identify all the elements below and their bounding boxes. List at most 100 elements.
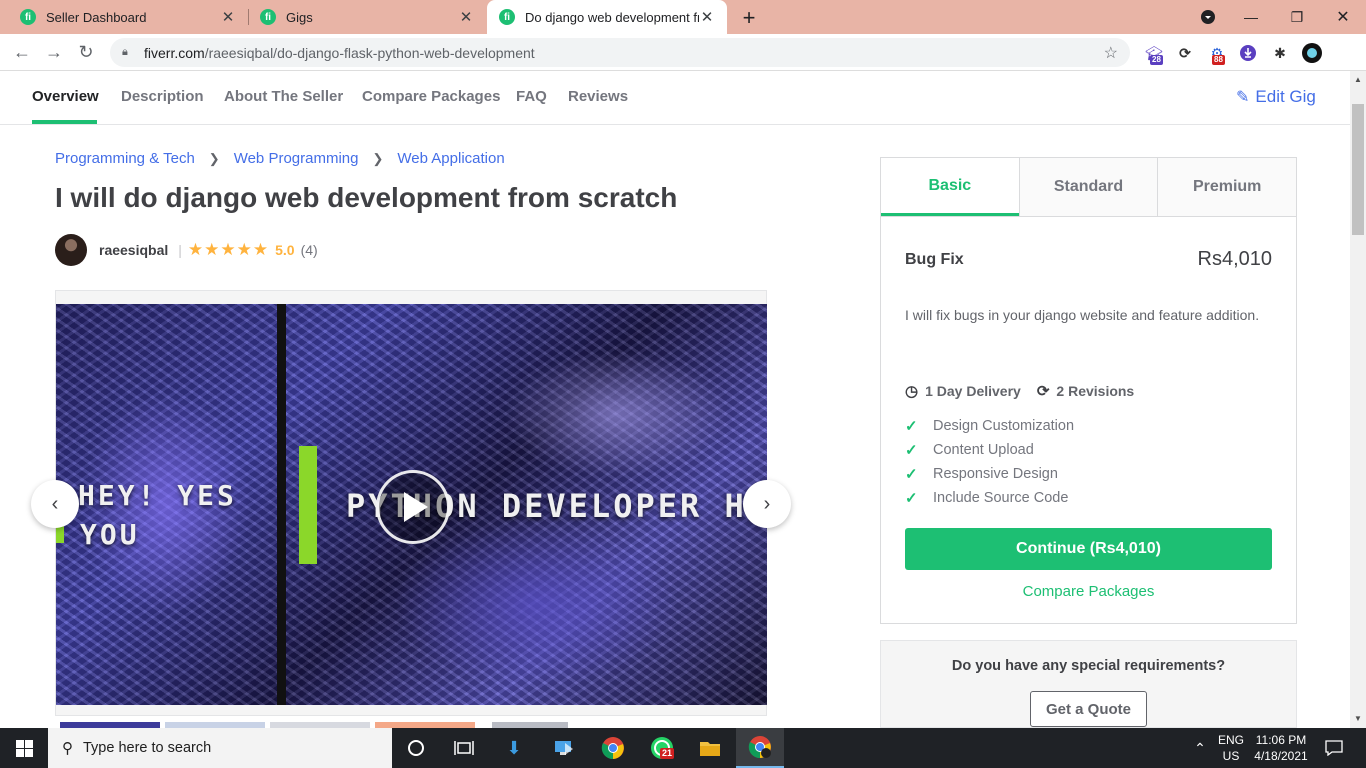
scroll-down-icon[interactable]: ▼ [1354,714,1362,723]
get-quote-button[interactable]: Get a Quote [1030,691,1147,727]
gig-nav-overview[interactable]: Overview [32,88,99,105]
gig-nav-description[interactable]: Description [121,88,204,105]
edit-gig-label: Edit Gig [1255,87,1316,106]
carousel-prev-button[interactable]: ‹ [31,480,79,528]
scrollbar-thumb[interactable] [1352,104,1364,235]
file-explorer-icon[interactable] [686,728,734,768]
tab-search-icon[interactable] [1185,0,1231,34]
whatsapp-icon[interactable]: 21 [638,728,686,768]
video-divider [277,304,286,705]
breadcrumb-programming-tech[interactable]: Programming & Tech [55,150,195,167]
profile-avatar[interactable] [1302,43,1322,63]
gig-video[interactable]: HEY! YES YOU PYTHON DEVELOPER HERE [56,304,767,705]
package-tabs: Basic Standard Premium [881,158,1297,217]
check-icon: ✓ [905,490,918,507]
continue-button[interactable]: Continue (Rs4,010) [905,528,1272,570]
divider: | [178,242,182,258]
clock-time: 11:06 PM [1255,733,1307,747]
ratings-count[interactable]: (4) [301,242,318,258]
tab-premium[interactable]: Premium [1157,158,1297,216]
search-icon: ⚲ [62,740,73,757]
cortana-icon[interactable] [392,728,440,768]
clock[interactable]: 11:06 PM 4/18/2021 [1250,728,1312,768]
tab-gig-page[interactable]: fi Do django web development fro ✕ [487,0,727,34]
extensions-puzzle-icon[interactable]: ✱ [1270,43,1290,63]
page-scrollbar[interactable]: ▲ ▼ [1350,71,1366,728]
extension-graduation-icon[interactable]: 🎓︎ 28 [1144,43,1164,65]
url-host: fiverr.com [144,44,205,61]
tab-label: Do django web development fro [525,9,699,25]
active-tab-indicator [32,120,97,124]
feature-item: ✓ Include Source Code [905,486,1074,510]
play-button[interactable] [376,470,450,544]
package-card: Basic Standard Premium Bug Fix Rs4,010 I… [880,157,1297,624]
tab-basic[interactable]: Basic [881,158,1019,216]
forward-icon[interactable]: → [41,39,67,65]
seller-avatar[interactable] [55,234,87,266]
tab-gigs[interactable]: fi Gigs ✕ [248,0,486,34]
seller-overview: raeesiqbal | ★★★★★ 5.0 (4) [55,234,318,266]
network-pc-icon[interactable] [540,728,588,768]
carousel-next-button[interactable]: › [743,480,791,528]
breadcrumb-web-programming[interactable]: Web Programming [234,150,359,167]
chevron-right-icon: ❯ [372,150,384,166]
close-icon[interactable]: ✕ [220,8,236,26]
feature-label: Content Upload [933,442,1034,458]
tab-standard[interactable]: Standard [1018,158,1158,216]
edit-gig-button[interactable]: ✎ Edit Gig [1236,87,1316,107]
search-placeholder: Type here to search [83,740,212,756]
pencil-icon: ✎ [1236,89,1250,106]
url-path: /raeesiqbal/do-django-flask-python-web-d… [204,44,535,61]
start-button[interactable] [0,728,48,768]
gig-nav-reviews[interactable]: Reviews [568,88,628,105]
fiverr-favicon-icon: fi [260,9,276,25]
package-delivery-info: ◷ 1 Day Delivery ⟳ 2 Revisions [905,382,1134,400]
feature-item: ✓ Content Upload [905,438,1074,462]
extension-badge: 28 [1150,55,1163,65]
windows-taskbar: ⚲ Type here to search ⬇ 21 ⌃ ENG US 11:0… [0,728,1366,768]
bookmark-star-icon[interactable]: ☆ [1104,43,1118,63]
seller-name[interactable]: raeesiqbal [99,242,168,258]
accent-bar [299,446,317,564]
gig-nav-about-seller[interactable]: About The Seller [224,88,343,105]
download-arrow-icon[interactable]: ⬇ [490,728,538,768]
quote-question: Do you have any special requirements? [951,658,1226,674]
extension-download-icon[interactable] [1238,43,1258,63]
lock-icon: 🔒︎ [122,46,128,58]
feature-item: ✓ Design Customization [905,414,1074,438]
close-window-button[interactable]: ✕ [1320,0,1366,34]
minimize-button[interactable]: — [1228,0,1274,34]
delivery-time: 1 Day Delivery [925,383,1021,399]
address-bar[interactable]: 🔒︎ fiverr.com /raeesiqbal/do-django-flas… [110,38,1130,67]
chrome-active-window-icon[interactable] [736,728,784,768]
chevron-right-icon: ❯ [208,150,220,166]
feature-item: ✓ Responsive Design [905,462,1074,486]
close-icon[interactable]: ✕ [699,8,715,26]
task-view-icon[interactable] [440,728,488,768]
breadcrumb-web-application[interactable]: Web Application [397,150,504,167]
clock-icon: ◷ [905,383,919,400]
tab-seller-dashboard[interactable]: fi Seller Dashboard ✕ [8,0,248,34]
revisions: 2 Revisions [1056,383,1135,399]
package-price: Rs4,010 [1197,248,1273,270]
back-icon[interactable]: ← [9,39,35,65]
extension-sync-icon[interactable]: ⟳ [1175,43,1195,63]
new-tab-button[interactable]: + [737,5,761,31]
feature-list: ✓ Design Customization ✓ Content Upload ✓ R… [905,414,1074,510]
notification-center-icon[interactable] [1318,728,1350,768]
gig-nav-compare-packages[interactable]: Compare Packages [362,88,500,105]
close-icon[interactable]: ✕ [458,8,474,26]
browser-tab-strip: fi Seller Dashboard ✕ fi Gigs ✕ fi Do dj… [0,0,1366,34]
video-text-left-2: YOU [80,518,140,551]
compare-packages-link[interactable]: Compare Packages [881,583,1296,600]
extension-gear-icon[interactable]: ⚙ 88 [1207,43,1227,65]
scroll-up-icon[interactable]: ▲ [1354,75,1362,84]
language-indicator[interactable]: ENG US [1212,728,1250,768]
maximize-button[interactable]: ❐ [1274,0,1320,34]
taskbar-search[interactable]: ⚲ Type here to search [48,728,392,768]
reload-icon[interactable]: ↻ [73,39,99,65]
chrome-icon[interactable] [589,728,637,768]
chevron-up-icon[interactable]: ⌃ [1188,728,1212,768]
feature-label: Design Customization [933,418,1075,434]
gig-nav-faq[interactable]: FAQ [516,88,547,105]
